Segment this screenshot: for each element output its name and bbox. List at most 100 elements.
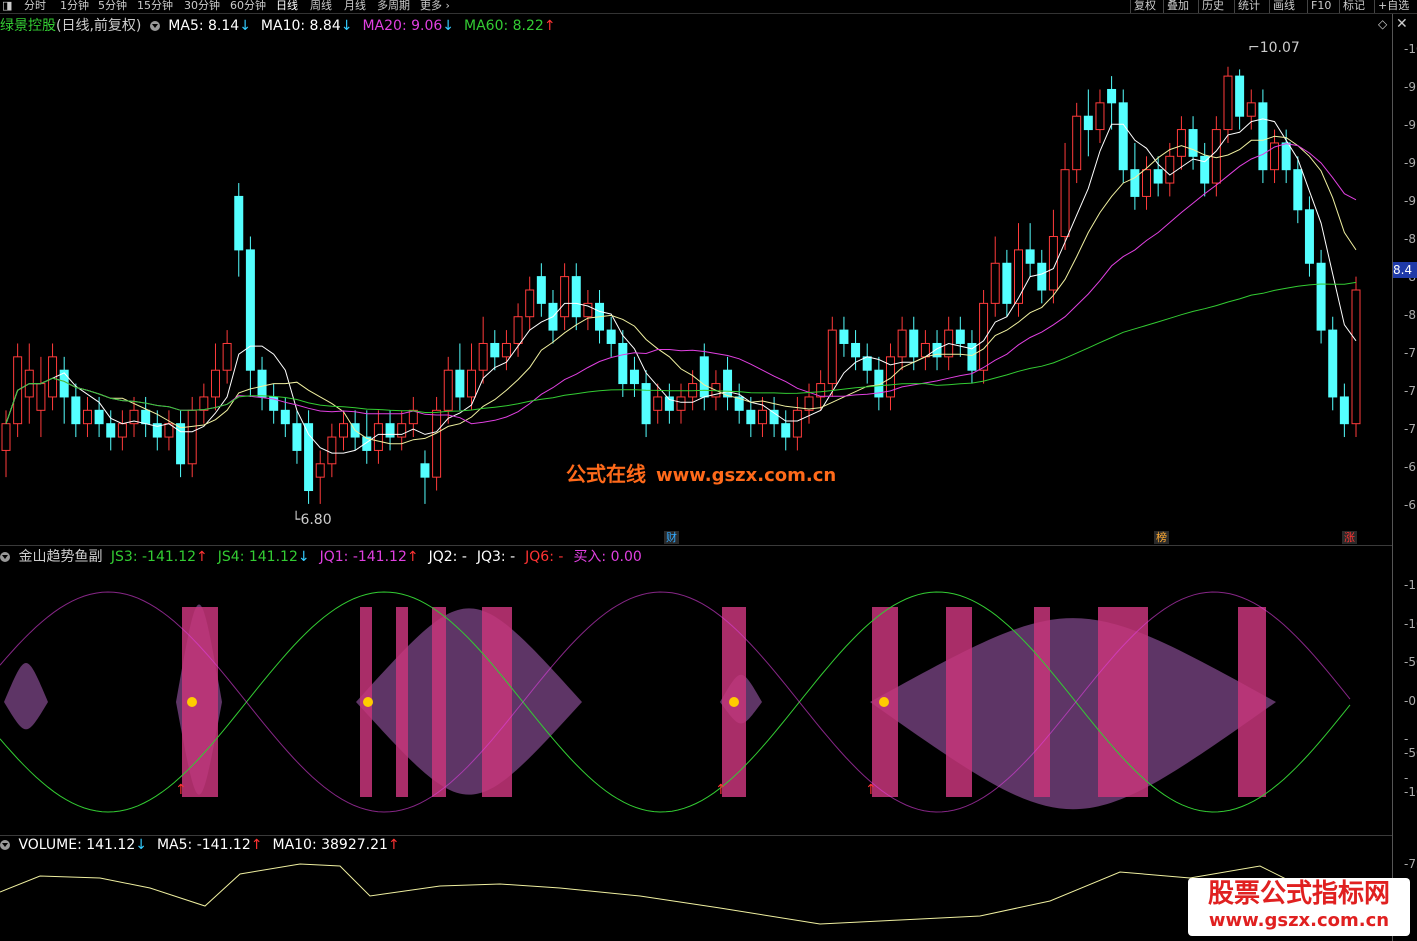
period-tab-5[interactable]: 60分钟 bbox=[230, 0, 266, 13]
ind-arrow: ↑ bbox=[196, 549, 208, 565]
event-badge-0[interactable]: 财 bbox=[664, 531, 679, 544]
ind-value-2: JQ1: -141.12↑ bbox=[320, 549, 419, 565]
ma-arrow: ↓ bbox=[239, 18, 251, 34]
toolbar-tool-3[interactable]: 统计 bbox=[1238, 0, 1260, 13]
toolbar-separator bbox=[1163, 0, 1164, 13]
period-tab-1[interactable]: 1分钟 bbox=[60, 0, 89, 13]
y-tick-label: --10 bbox=[1404, 770, 1417, 799]
toolbar-tool-5[interactable]: F10 bbox=[1311, 0, 1331, 13]
ind-label: JQ2: - bbox=[428, 549, 467, 565]
candle bbox=[59, 356, 69, 424]
period-tab-6[interactable]: 日线 bbox=[276, 0, 298, 13]
toolbar-tool-7[interactable]: +自选 bbox=[1378, 0, 1409, 13]
ma-arrow: ↑ bbox=[543, 18, 556, 34]
buy-signal-dot bbox=[363, 697, 373, 707]
period-toolbar: ◨ 分时 1分钟 5分钟 15分钟 30分钟 60分钟 日线 周线 月线 多周期 更多 › 复权 叠加… bbox=[0, 0, 1417, 14]
close-icon[interactable]: ✕ bbox=[1396, 16, 1408, 32]
toolbar-menu-icon[interactable]: ◨ bbox=[2, 0, 12, 13]
ind-label: JQ3: - bbox=[476, 549, 516, 565]
candle bbox=[699, 343, 709, 411]
candle bbox=[327, 423, 337, 478]
period-label: (日线,前复权) bbox=[56, 18, 142, 34]
period-tab-3[interactable]: 15分钟 bbox=[137, 0, 173, 13]
vol-arrow: ↑ bbox=[250, 837, 263, 853]
high-price-label: ⌐10.07 bbox=[1248, 40, 1300, 56]
candle bbox=[734, 383, 744, 424]
dropdown-icon[interactable] bbox=[0, 552, 10, 562]
candle bbox=[292, 410, 302, 464]
indicator-name[interactable]: 金山趋势鱼副 bbox=[18, 549, 102, 565]
candle bbox=[210, 343, 220, 411]
candle bbox=[129, 396, 139, 438]
vol-value-1: MA5: -141.12↑ bbox=[157, 837, 263, 853]
period-tab-8[interactable]: 月线 bbox=[344, 0, 366, 13]
vol-value-2: MA10: 38927.21↑ bbox=[272, 837, 399, 853]
ma-label: MA60: 8.22 bbox=[464, 18, 544, 34]
candle bbox=[1223, 66, 1233, 143]
stock-name[interactable]: 绿景控股 bbox=[0, 18, 56, 34]
event-badge-1[interactable]: 榜 bbox=[1154, 531, 1169, 544]
candle bbox=[513, 303, 523, 357]
candle bbox=[1211, 116, 1221, 197]
candle bbox=[36, 356, 46, 438]
y-tick-label: -6 bbox=[1404, 460, 1416, 474]
candle bbox=[641, 370, 651, 438]
candle bbox=[408, 396, 418, 438]
period-tab-2[interactable]: 5分钟 bbox=[98, 0, 127, 13]
candle bbox=[304, 410, 314, 504]
toolbar-separator bbox=[1307, 0, 1308, 13]
toolbar-tool-4[interactable]: 画线 bbox=[1273, 0, 1295, 13]
candle bbox=[373, 410, 383, 464]
candle bbox=[1095, 89, 1105, 143]
ind-label: JS3: -141.12 bbox=[110, 549, 197, 565]
y-tick-label: -0 bbox=[1404, 693, 1416, 708]
candle bbox=[629, 356, 639, 397]
ma-value-2: MA20: 9.06↓ bbox=[362, 18, 454, 34]
buy-signal-dot bbox=[729, 697, 739, 707]
period-tab-10[interactable]: 更多 › bbox=[420, 0, 450, 13]
candle bbox=[757, 396, 767, 438]
period-tab-4[interactable]: 30分钟 bbox=[184, 0, 220, 13]
volume-ma-line bbox=[0, 863, 1361, 925]
candle bbox=[583, 290, 593, 331]
vol-arrow: ↑ bbox=[387, 837, 400, 853]
candle bbox=[432, 396, 442, 491]
period-tab-7[interactable]: 周线 bbox=[310, 0, 332, 13]
candle bbox=[781, 410, 791, 451]
toolbar-tool-2[interactable]: 历史 bbox=[1202, 0, 1224, 13]
dropdown-icon[interactable] bbox=[0, 840, 10, 850]
toolbar-separator bbox=[1339, 0, 1340, 13]
dropdown-icon[interactable] bbox=[149, 21, 160, 31]
main-pane-header: 绿景控股(日线,前复权) MA5: 8.14↓ MA10: 8.84↓ MA20: … bbox=[0, 16, 570, 36]
ind-value-0: JS3: -141.12↑ bbox=[111, 549, 208, 565]
toolbar-tool-1[interactable]: 叠加 bbox=[1167, 0, 1189, 13]
candle bbox=[269, 383, 279, 424]
trend-fish-indicator-chart[interactable]: ↑ ↑ ↑ bbox=[0, 566, 1392, 834]
period-tab-0[interactable]: 分时 bbox=[24, 0, 46, 13]
candle bbox=[245, 236, 255, 397]
candle bbox=[990, 236, 1000, 317]
candle bbox=[1235, 69, 1245, 130]
current-price-tag: 8.4 bbox=[1393, 262, 1417, 278]
main-pane-bottom-border bbox=[0, 545, 1392, 546]
candle bbox=[1118, 89, 1128, 184]
y-tick-label: -6 bbox=[1404, 498, 1416, 512]
diamond-icon[interactable]: ◇ bbox=[1378, 17, 1387, 31]
volume-chart[interactable] bbox=[0, 856, 1392, 941]
fish-stripe bbox=[1238, 607, 1266, 797]
indicator-pane-header: 金山趋势鱼副 JS3: -141.12↑ JS4: 141.12↓ JQ1: -14… bbox=[0, 547, 656, 567]
candle bbox=[571, 263, 581, 331]
event-badge-2[interactable]: 涨 bbox=[1342, 531, 1357, 544]
vol-arrow: ↓ bbox=[135, 837, 147, 853]
vol-label: MA10: 38927.21 bbox=[272, 837, 388, 853]
toolbar-tool-0[interactable]: 复权 bbox=[1134, 0, 1156, 13]
y-tick-label: -15 bbox=[1404, 578, 1417, 592]
period-tab-9[interactable]: 多周期 bbox=[377, 0, 410, 13]
toolbar-tool-6[interactable]: 标记 bbox=[1343, 0, 1365, 13]
candle bbox=[955, 316, 965, 357]
ma-label: MA10: 8.84 bbox=[260, 18, 341, 34]
candle bbox=[1200, 142, 1210, 197]
candle bbox=[618, 330, 628, 397]
ind-label: JQ6: - bbox=[525, 549, 564, 565]
vol-label: VOLUME: 141.12 bbox=[18, 837, 136, 853]
